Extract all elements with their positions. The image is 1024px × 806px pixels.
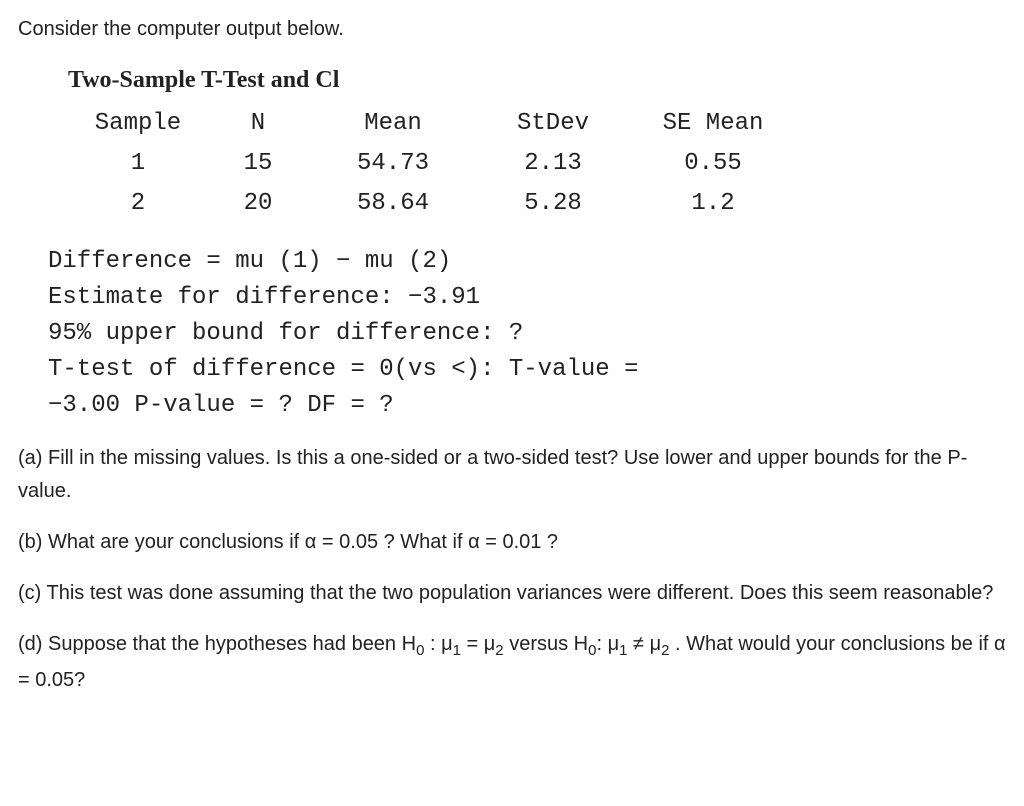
cell-stdev: 5.28: [478, 184, 628, 224]
qb-suffix: ?: [541, 531, 558, 553]
h0-symbol: H: [574, 633, 588, 655]
computer-output: Two-Sample T-Test and Cl Sample N Mean S…: [68, 62, 1006, 224]
sub-1: 1: [453, 642, 461, 659]
qb-mid: ? What if: [378, 531, 468, 553]
upper-bound-line: 95% upper bound for difference: ?: [48, 316, 1006, 352]
question-c: (c) This test was done assuming that the…: [18, 577, 1006, 610]
alpha-01: α = 0.01: [468, 531, 541, 553]
colon: :: [424, 633, 441, 655]
qb-prefix: (b) What are your conclusions if: [18, 531, 305, 553]
mu-symbol: μ: [484, 633, 496, 655]
cell-n: 15: [208, 144, 308, 184]
mu-symbol: μ: [650, 633, 662, 655]
qd-suffix: . What would your conclusions be if: [669, 633, 994, 655]
sub-0: 0: [588, 642, 596, 659]
output-title: Two-Sample T-Test and Cl: [68, 62, 1006, 98]
header-mean: Mean: [308, 104, 478, 144]
cell-se: 1.2: [628, 184, 798, 224]
sub-2: 2: [495, 642, 503, 659]
cell-mean: 58.64: [308, 184, 478, 224]
question-a: (a) Fill in the missing values. Is this …: [18, 442, 1006, 508]
eq-symbol: =: [461, 633, 484, 655]
cell-mean: 54.73: [308, 144, 478, 184]
header-se: SE Mean: [628, 104, 798, 144]
table-row: 1 15 54.73 2.13 0.55: [68, 144, 798, 184]
cell-sample: 1: [68, 144, 208, 184]
header-sample: Sample: [68, 104, 208, 144]
difference-block: Difference = mu (1) − mu (2) Estimate fo…: [48, 244, 1006, 424]
estimate-line: Estimate for difference: −3.91: [48, 280, 1006, 316]
header-stdev: StDev: [478, 104, 628, 144]
qd-prefix: (d) Suppose that the hypotheses had been: [18, 633, 402, 655]
question-d: (d) Suppose that the hypotheses had been…: [18, 628, 1006, 697]
versus-text: versus: [504, 633, 574, 655]
cell-stdev: 2.13: [478, 144, 628, 184]
table-row: 2 20 58.64 5.28 1.2: [68, 184, 798, 224]
stats-table: Sample N Mean StDev SE Mean 1 15 54.73 2…: [68, 104, 798, 224]
header-n: N: [208, 104, 308, 144]
mu-symbol: μ: [608, 633, 620, 655]
diff-definition: Difference = mu (1) − mu (2): [48, 244, 1006, 280]
table-header-row: Sample N Mean StDev SE Mean: [68, 104, 798, 144]
qd-end: ?: [74, 669, 85, 691]
ttest-line: T-test of difference = 0(vs <): T-value …: [48, 352, 1006, 388]
question-b: (b) What are your conclusions if α = 0.0…: [18, 526, 1006, 559]
cell-se: 0.55: [628, 144, 798, 184]
mu-symbol: μ: [441, 633, 453, 655]
intro-text: Consider the computer output below.: [18, 14, 1006, 44]
tvalue-line: −3.00 P-value = ? DF = ?: [48, 388, 1006, 424]
alpha-05: α = 0.05: [305, 531, 378, 553]
cell-sample: 2: [68, 184, 208, 224]
h0-symbol: H: [402, 633, 416, 655]
cell-n: 20: [208, 184, 308, 224]
neq-symbol: ≠: [627, 633, 649, 655]
